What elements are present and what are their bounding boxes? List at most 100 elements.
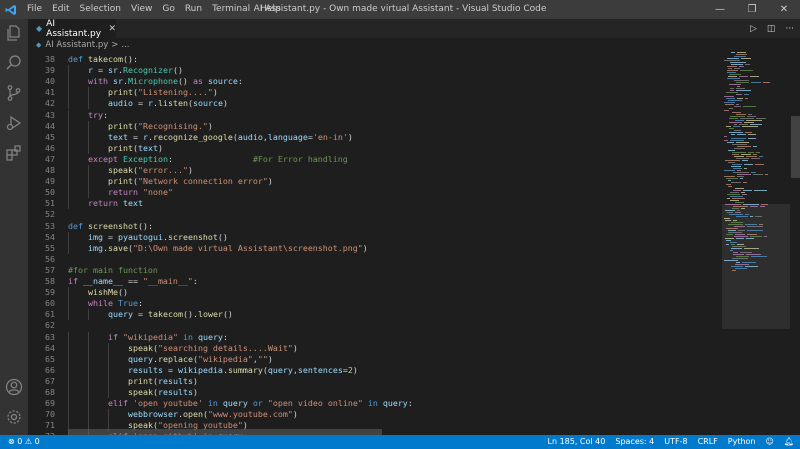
menu-terminal[interactable]: Terminal (207, 0, 255, 19)
code-line[interactable]: 53 def screenshot(): (28, 221, 722, 232)
minimap-line (735, 120, 744, 121)
code-line[interactable]: 54 img = pyautogui.screenshot() (28, 231, 722, 243)
minimap-line (724, 110, 729, 111)
code-line[interactable]: 41 print("Listening....") (28, 87, 722, 99)
code-text: wishMe() (88, 287, 128, 298)
minimap-line (728, 150, 735, 151)
source-control-icon[interactable] (5, 84, 23, 102)
minimap-line (743, 106, 756, 107)
code-line[interactable]: 43 try: (28, 109, 722, 121)
code-text: print("Recognising.") (108, 120, 213, 131)
minimap-line (729, 84, 741, 85)
warnings-count: ⚠ 0 (24, 437, 40, 446)
feedback-icon[interactable]: ☺ (766, 435, 774, 449)
settings-gear-icon[interactable] (5, 408, 23, 426)
indent-guide (88, 331, 89, 343)
minimize-button[interactable]: — (704, 0, 736, 19)
explorer-icon[interactable] (5, 24, 23, 42)
code-line[interactable]: 57 #for main function (28, 265, 722, 276)
minimap-line (751, 82, 761, 83)
code-line[interactable]: 62 (28, 320, 722, 331)
code-text: if __name__ == "__main__": (68, 276, 198, 286)
encoding[interactable]: UTF-8 (664, 435, 687, 449)
split-editor-icon[interactable]: ◫ (767, 24, 776, 34)
code-line[interactable]: 65 query.replace("wikipedia","") (28, 353, 722, 365)
breadcrumb-file[interactable]: AI Assistant.py (45, 40, 108, 50)
code-line[interactable]: 66 results = wikipedia.summary(query,sent… (28, 364, 722, 376)
python-file-icon: ◆ (36, 41, 42, 49)
close-tab-icon[interactable]: ✕ (108, 24, 116, 34)
close-window-button[interactable]: ✕ (768, 0, 800, 19)
code-line[interactable]: 68 speak(results) (28, 387, 722, 399)
code-line[interactable]: 52 (28, 209, 722, 220)
cursor-position[interactable]: Ln 185, Col 40 (548, 435, 606, 449)
bell-icon[interactable]: 🔔︎ (784, 435, 794, 449)
code-line[interactable]: 55 img.save("D:\Own made virtual Assistan… (28, 242, 722, 254)
scrollbar-thumb[interactable] (791, 116, 800, 178)
extensions-icon[interactable] (5, 144, 23, 162)
menu-edit[interactable]: Edit (47, 0, 74, 19)
code-line[interactable]: 67 print(results) (28, 375, 722, 387)
vertical-scrollbar[interactable] (790, 52, 800, 435)
line-number: 47 (45, 153, 55, 164)
code-line[interactable]: 51 return text (28, 198, 722, 210)
minimap-line (750, 206, 758, 207)
code-line[interactable]: 44 print("Recognising.") (28, 120, 722, 132)
code-line[interactable]: 58 if __name__ == "__main__": (28, 276, 722, 287)
language-mode[interactable]: Python (728, 435, 756, 449)
code-line[interactable]: 47 except Exception: #For Error handling (28, 153, 722, 165)
more-icon[interactable]: ··· (785, 24, 794, 34)
indent-guide (88, 165, 89, 177)
minimap-line (753, 146, 757, 147)
menu-go[interactable]: Go (157, 0, 179, 19)
menu-file[interactable]: File (22, 0, 47, 19)
code-line[interactable]: 40 with sr.Microphone() as source: (28, 76, 722, 88)
menu-selection[interactable]: Selection (75, 0, 126, 19)
minimap-line (750, 236, 762, 237)
minimap-line (739, 76, 748, 77)
code-line[interactable]: 70 webbrowser.open("www.youtube.com") (28, 409, 722, 421)
minimap-line (724, 102, 735, 103)
errors-count: ⊗ 0 (8, 437, 23, 446)
minimap-line (738, 230, 745, 231)
restore-button[interactable]: ❐ (736, 0, 768, 19)
code-line[interactable]: 42 audio = r.listen(source) (28, 98, 722, 110)
menu-run[interactable]: Run (180, 0, 207, 19)
code-line[interactable]: 63 if "wikipedia" in query: (28, 331, 722, 343)
code-line[interactable]: 64 speak("searching details....Wait") (28, 342, 722, 354)
breadcrumb-rest[interactable]: ... (121, 40, 129, 50)
code-line[interactable]: 48 speak("error...") (28, 165, 722, 177)
code-line[interactable]: 39 r = sr.Recognizer() (28, 65, 722, 77)
search-icon[interactable] (5, 54, 23, 72)
minimap[interactable] (722, 52, 790, 435)
line-number: 68 (45, 387, 55, 397)
run-icon[interactable]: ▷ (750, 24, 757, 34)
minimap-line (730, 88, 734, 89)
code-line[interactable]: 49 print("Network connection error") (28, 176, 722, 188)
code-text: while True: (88, 298, 143, 309)
menu-help[interactable]: Help (255, 0, 286, 19)
code-line[interactable]: 69 elif 'open youtube' in query or "open … (28, 398, 722, 410)
menu-view[interactable]: View (126, 0, 157, 19)
tab-ai-assistant[interactable]: ◆ AI Assistant.py ✕ (28, 19, 116, 39)
account-icon[interactable] (5, 378, 23, 396)
code-line[interactable]: 45 text = r.recognize_google(audio,langua… (28, 131, 722, 143)
minimap-line (725, 238, 734, 239)
code-line[interactable]: 38 def takecom(): (28, 54, 722, 65)
minimap-line (734, 124, 737, 125)
line-ending[interactable]: CRLF (698, 435, 718, 449)
code-line[interactable]: 50 return "none" (28, 187, 722, 199)
code-line[interactable]: 61 query = takecom().lower() (28, 309, 722, 321)
code-line[interactable]: 59 wishMe() (28, 287, 722, 299)
problems-indicator[interactable]: ⊗ 0 ⚠ 0 (8, 435, 40, 449)
minimap-line (736, 256, 749, 257)
run-debug-icon[interactable] (5, 114, 23, 132)
minimap-line (731, 134, 735, 135)
code-line[interactable]: 56 (28, 254, 722, 265)
code-editor[interactable]: 72elif 'open github' in query:71speak("o… (28, 52, 722, 435)
minimap-line (751, 172, 756, 173)
code-line[interactable]: 60 while True: (28, 298, 722, 310)
indentation[interactable]: Spaces: 4 (615, 435, 654, 449)
indent-guide (68, 309, 69, 321)
code-line[interactable]: 46 print(text) (28, 142, 722, 154)
